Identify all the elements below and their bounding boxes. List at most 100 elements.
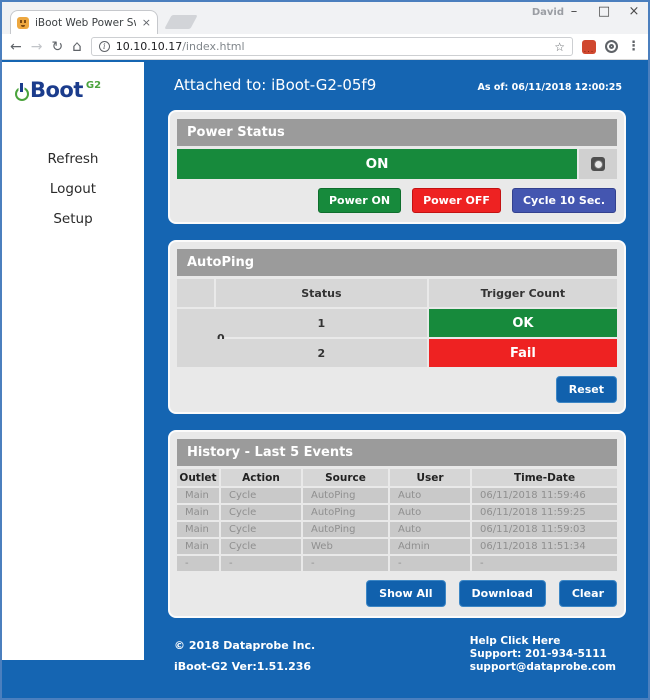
copyright-text: © 2018 Dataprobe Inc. [174, 635, 315, 656]
history-cell: Auto [390, 488, 470, 503]
history-cell: - [177, 556, 219, 571]
sidebar-nav: Refresh Logout Setup [2, 151, 144, 228]
autoping-footer: Reset [177, 376, 617, 405]
power-symbol-icon [14, 83, 30, 107]
show-all-button[interactable]: Show All [366, 580, 445, 607]
history-cell: Main [177, 488, 219, 503]
page-header: Attached to: iBoot-G2-05f9 As of: 06/11/… [168, 76, 626, 94]
version-text: iBoot-G2 Ver:1.51.236 [174, 656, 315, 677]
url-text[interactable]: 10.10.10.17/index.html [116, 40, 549, 53]
logo-text: Boot [30, 76, 83, 105]
history-cell: 06/11/2018 11:59:03 [472, 522, 617, 537]
history-col-outlet: Outlet [177, 469, 219, 486]
history-cell: Main [177, 539, 219, 554]
page-background: Boot G2 Refresh Logout Setup Attached to… [2, 60, 648, 698]
history-cell: - [472, 556, 617, 571]
power-on-button[interactable]: Power ON [318, 188, 401, 213]
power-state-bar: ON [177, 149, 577, 179]
history-cell: 06/11/2018 11:59:46 [472, 488, 617, 503]
url-host: 10.10.10.17 [116, 40, 182, 53]
bookmark-star-icon[interactable]: ☆ [554, 40, 565, 54]
sidebar-item-refresh[interactable]: Refresh [2, 151, 144, 168]
browser-tab[interactable]: iBoot Web Power Switch × [10, 10, 158, 34]
reset-button[interactable]: Reset [556, 376, 617, 403]
address-bar[interactable]: i 10.10.10.17/index.html ☆ [91, 37, 573, 56]
history-cell: AutoPing [303, 505, 388, 520]
cycle-button[interactable]: Cycle 10 Sec. [512, 188, 616, 213]
history-cell: 06/11/2018 11:51:34 [472, 539, 617, 554]
history-cell: Web [303, 539, 388, 554]
browser-window: iBoot Web Power Switch × David – □ × ← →… [0, 0, 650, 700]
history-table: Outlet Action Source User Time-Date Main… [177, 469, 617, 571]
window-controls: – □ × [566, 4, 642, 19]
history-cell: Main [177, 522, 219, 537]
history-footer: Show All Download Clear [177, 580, 617, 609]
tab-strip: iBoot Web Power Switch × David – □ × [2, 2, 648, 34]
history-col-source: Source [303, 469, 388, 486]
history-cell: Auto [390, 522, 470, 537]
autoping-panel: AutoPing Status Trigger Count 1 OK 0 2 F… [168, 240, 626, 414]
autoping-row2-status: Fail [429, 339, 617, 367]
new-tab-button[interactable] [164, 15, 197, 29]
tab-close-icon[interactable]: × [142, 16, 151, 29]
history-cell: - [390, 556, 470, 571]
history-cell: Cycle [221, 522, 301, 537]
main-content: Attached to: iBoot-G2-05f9 As of: 06/11/… [144, 60, 648, 698]
maximize-icon[interactable]: □ [596, 4, 612, 19]
power-off-button[interactable]: Power OFF [412, 188, 501, 213]
power-status-title: Power Status [177, 119, 617, 146]
extension-ring-icon[interactable] [605, 40, 618, 53]
power-status-panel: Power Status ON Power ON Power OFF Cycle… [168, 110, 626, 224]
history-title: History - Last 5 Events [177, 439, 617, 466]
history-cell: Auto [390, 505, 470, 520]
support-phone: Support: 201-934-5111 [470, 648, 616, 661]
history-cell: AutoPing [303, 522, 388, 537]
url-path: /index.html [182, 40, 244, 53]
history-cell: 06/11/2018 11:59:25 [472, 505, 617, 520]
history-panel: History - Last 5 Events Outlet Action So… [168, 430, 626, 618]
help-link[interactable]: Help Click Here [470, 635, 616, 648]
close-icon[interactable]: × [626, 4, 642, 19]
autoping-title: AutoPing [177, 249, 617, 276]
outlet-clock-icon [591, 157, 605, 171]
footer-right: Help Click Here Support: 201-934-5111 su… [470, 635, 616, 678]
history-cell: Admin [390, 539, 470, 554]
forward-icon[interactable]: → [31, 40, 43, 54]
power-buttons-row: Power ON Power OFF Cycle 10 Sec. [177, 188, 617, 215]
browser-menu-icon[interactable]: ⋮ [627, 39, 640, 54]
power-state-row: ON [177, 149, 617, 179]
tab-title: iBoot Web Power Switch [35, 17, 136, 29]
page-title: Attached to: iBoot-G2-05f9 [174, 76, 376, 94]
history-cell: Cycle [221, 505, 301, 520]
reload-icon[interactable]: ↻ [51, 40, 63, 54]
history-col-timedate: Time-Date [472, 469, 617, 486]
history-col-user: User [390, 469, 470, 486]
autoping-row1-num: 1 [216, 309, 427, 337]
download-button[interactable]: Download [459, 580, 546, 607]
history-cell: Cycle [221, 488, 301, 503]
page-footer: © 2018 Dataprobe Inc. iBoot-G2 Ver:1.51.… [168, 635, 626, 678]
extension-red-icon[interactable]: ... [582, 40, 596, 54]
home-icon[interactable]: ⌂ [72, 39, 82, 54]
autoping-row2-num: 2 [216, 339, 427, 367]
autoping-table: Status Trigger Count 1 OK 0 2 Fail [177, 279, 617, 367]
clear-button[interactable]: Clear [559, 580, 617, 607]
support-email-link[interactable]: support@dataprobe.com [470, 661, 616, 674]
sidebar-item-logout[interactable]: Logout [2, 181, 144, 198]
sidebar-item-setup[interactable]: Setup [2, 211, 144, 228]
as-of-timestamp: As of: 06/11/2018 12:00:25 [478, 82, 622, 93]
autoping-col-status: Status [216, 279, 427, 307]
sidebar: Boot G2 Refresh Logout Setup [2, 62, 144, 660]
back-icon[interactable]: ← [10, 40, 22, 54]
autoping-corner-cell [177, 279, 214, 307]
history-cell: - [303, 556, 388, 571]
profile-name[interactable]: David [532, 7, 564, 18]
page-info-icon[interactable]: i [99, 41, 110, 52]
autoping-row1-status: OK [429, 309, 617, 337]
history-cell: AutoPing [303, 488, 388, 503]
history-cell: Main [177, 505, 219, 520]
history-cell: Cycle [221, 539, 301, 554]
site-favicon-icon [17, 17, 29, 29]
minimize-icon[interactable]: – [566, 4, 582, 19]
iboot-logo: Boot G2 [2, 62, 144, 107]
